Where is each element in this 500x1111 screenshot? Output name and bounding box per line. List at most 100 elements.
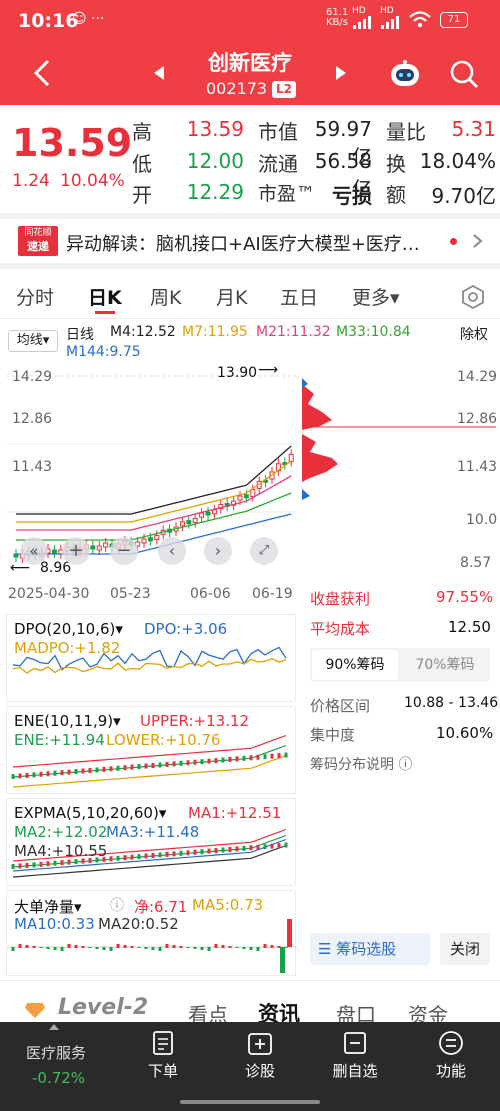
zoom-left-icon[interactable]: «: [20, 537, 48, 565]
mini-candle: [39, 861, 43, 867]
mini-candle: [263, 754, 267, 760]
scroll-left-icon[interactable]: ‹: [158, 537, 186, 565]
zoom-out-icon[interactable]: −: [110, 537, 138, 565]
settings-hex-icon[interactable]: [460, 284, 486, 310]
ma-selector[interactable]: 均线▾: [8, 330, 58, 352]
mini-candle: [235, 846, 239, 852]
chip-select-button[interactable]: ☰ 筹码选股: [310, 933, 430, 965]
big-order-bar: [25, 945, 29, 948]
nav-remove-watch[interactable]: 删自选: [320, 1030, 390, 1081]
status-bar: 10:16 ☺ ··· 61.1 KB/s HD HD 71: [0, 0, 500, 40]
mini-candle: [53, 770, 57, 776]
mini-candle: [263, 844, 267, 850]
mini-candle: [25, 772, 29, 778]
tab-70-chip[interactable]: 70%筹码: [402, 650, 488, 680]
next-stock-icon[interactable]: [334, 64, 348, 82]
big-order-bar: [200, 947, 204, 950]
tab-90-chip[interactable]: 90%筹码: [312, 650, 398, 680]
tab-monthly-k[interactable]: 月K: [216, 283, 247, 310]
sector-change: -0.72%: [32, 1069, 86, 1087]
chip-explain-link[interactable]: 筹码分布说明 ⓘ: [310, 754, 412, 774]
tab-daily-k[interactable]: 日K: [88, 283, 122, 310]
nav-functions[interactable]: 功能: [416, 1030, 486, 1081]
big-order-bar: [67, 944, 71, 948]
kline-period: 日线: [66, 327, 94, 343]
ex-rights-toggle[interactable]: 除权: [460, 324, 488, 344]
big-order-bar: [207, 947, 211, 951]
active-tab-indicator: [95, 311, 115, 314]
ma-m33: M33:10.84: [336, 324, 411, 340]
big-order-bar: [235, 947, 239, 948]
diagnose-icon: [248, 1033, 272, 1055]
range-label: 价格区间: [310, 697, 371, 715]
level2-badge: L2: [272, 81, 296, 98]
nav-order[interactable]: 下单: [128, 1030, 198, 1081]
zoom-in-icon[interactable]: +: [62, 537, 90, 565]
big-order-bar: [123, 945, 127, 948]
ma-line: [16, 460, 292, 523]
sector-name[interactable]: 医疗服务: [26, 1042, 86, 1063]
big-order-bar: [81, 946, 85, 948]
search-icon[interactable]: [448, 58, 480, 90]
big-order-bar: [270, 945, 274, 948]
mini-candle: [165, 851, 169, 857]
big-order-bar: [137, 947, 141, 948]
mini-candle: [60, 860, 64, 866]
expma-name[interactable]: EXPMA(5,10,20,60)▾: [14, 804, 166, 822]
robot-assistant-icon[interactable]: [388, 58, 422, 90]
mini-candle: [249, 845, 253, 851]
tab-weekly-k[interactable]: 周K: [150, 283, 181, 310]
dpo-name[interactable]: DPO(20,10,6)▾: [14, 620, 123, 638]
tab-more[interactable]: 更多▾: [352, 283, 400, 310]
tab-level2[interactable]: Level-2: [58, 995, 148, 1020]
mini-candle: [207, 848, 211, 854]
mktcap-label: 市值: [258, 120, 298, 144]
tab-timeshare[interactable]: 分时: [16, 283, 54, 310]
mini-candle: [193, 759, 197, 765]
avg-cost-label: 平均成本: [310, 620, 371, 638]
amount-label: 额: [386, 183, 406, 207]
tab-five-day[interactable]: 五日: [280, 283, 318, 310]
mini-candle: [249, 755, 253, 761]
range-value: 10.88 - 13.46: [404, 695, 499, 711]
battery-level: 71: [447, 14, 461, 25]
help-icon[interactable]: ⓘ: [110, 895, 124, 915]
profit-label: 收盘获利: [310, 590, 371, 608]
big-order-bar: [109, 947, 113, 951]
y-tick-2: 12.86: [12, 411, 53, 427]
ma-m144: M144:9.75: [66, 344, 141, 360]
mini-candle: [53, 860, 57, 866]
mini-candle: [158, 852, 162, 858]
mini-candle: [165, 761, 169, 767]
mini-candle: [123, 765, 127, 771]
mini-candle: [200, 849, 204, 855]
mini-candle: [67, 769, 71, 775]
diamond-icon: [25, 1003, 45, 1018]
scroll-right-icon[interactable]: ›: [204, 537, 232, 565]
battery-icon: 71: [440, 12, 468, 28]
big-order-bar: [102, 947, 106, 950]
fullscreen-icon[interactable]: ⤢: [250, 537, 278, 565]
ene-name[interactable]: ENE(10,11,9)▾: [14, 712, 121, 730]
mini-candle: [172, 761, 176, 767]
mini-candle: [200, 759, 204, 765]
nav-diagnose[interactable]: 诊股: [225, 1030, 295, 1081]
big-order-bar: [214, 944, 218, 948]
big-order-bar: [130, 946, 134, 948]
mini-candle: [95, 767, 99, 773]
big-order-bar: [221, 945, 225, 948]
prev-stock-icon[interactable]: [152, 64, 166, 82]
signal-icon-2: [381, 16, 399, 29]
back-icon[interactable]: [30, 58, 54, 88]
big-order-bar: [186, 947, 190, 948]
big-order-name[interactable]: 大单净量▾: [14, 896, 82, 917]
chip-y-tick-5: 8.57: [460, 555, 492, 571]
big-order-ma5: MA5:0.73: [192, 896, 264, 914]
news-banner[interactable]: 同花顺 速递 异动解读：脑机接口+AI医疗大模型+医疗…: [0, 219, 500, 263]
chip-close-button[interactable]: 关闭: [440, 933, 490, 965]
mini-candle: [277, 843, 281, 849]
madpo-line: [12, 658, 287, 674]
wifi-icon: [409, 11, 431, 28]
mini-candle: [214, 758, 218, 764]
big-order-bar: [249, 947, 253, 950]
